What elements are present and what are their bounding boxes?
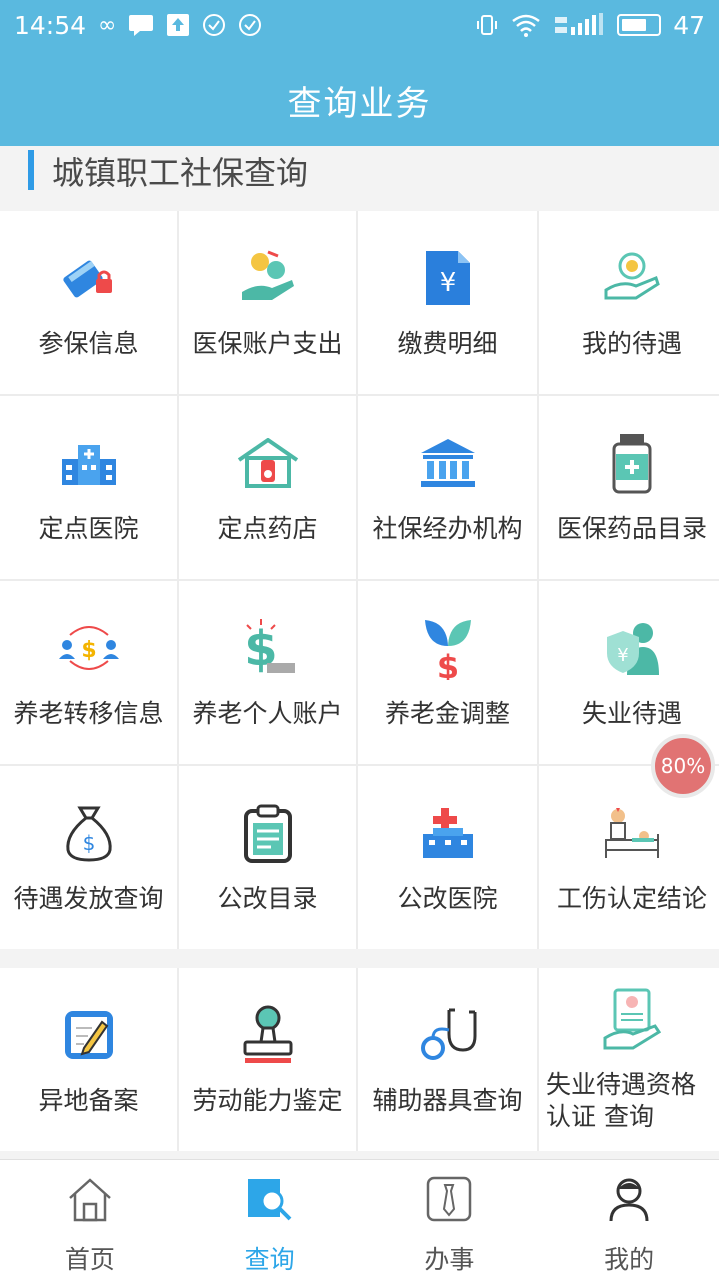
check-circle-icon xyxy=(202,13,226,37)
grid-item-pension-adjustment[interactable]: $ 养老金调整 xyxy=(358,581,537,764)
grid-item-work-ability-assessment[interactable]: 劳动能力鉴定 xyxy=(179,968,356,1151)
infinity-icon: ∞ xyxy=(98,12,117,38)
institution-icon xyxy=(416,431,480,495)
grid-item-label: 定点医院 xyxy=(38,513,139,543)
floating-progress-badge[interactable]: 80% xyxy=(651,734,715,798)
tab-services[interactable]: 办事 xyxy=(360,1160,540,1279)
svg-text:$: $ xyxy=(81,638,96,663)
battery-icon xyxy=(617,14,662,36)
tab-label: 我的 xyxy=(604,1245,655,1274)
grid-item-public-reform-catalog[interactable]: 公改目录 xyxy=(179,766,356,949)
red-cross-building-icon xyxy=(416,801,480,865)
certificate-hand-icon xyxy=(600,987,664,1051)
grid-item-label: 工伤认定结论 xyxy=(556,883,707,913)
tab-mine[interactable]: 我的 xyxy=(539,1160,719,1279)
grid-item-label: 养老转移信息 xyxy=(13,698,164,728)
search-doc-icon xyxy=(243,1172,297,1226)
app-header: 14:54 ∞ 47 查询业务 xyxy=(0,0,719,146)
grid-item-medical-account-expense[interactable]: 医保账户支出 xyxy=(179,211,356,394)
status-bar: 14:54 ∞ 47 xyxy=(0,0,719,50)
svg-text:$: $ xyxy=(436,648,458,680)
section-title: 城镇职工社保查询 xyxy=(52,154,309,192)
shield-person-icon: ¥ xyxy=(600,616,664,680)
check-circle-icon xyxy=(238,13,262,37)
grid-item-label: 我的待遇 xyxy=(581,328,682,358)
status-time: 14:54 xyxy=(14,10,87,40)
grid-item-label: 失业待遇资格认证 查询 xyxy=(546,1069,697,1131)
grid-item-label: 待遇发放查询 xyxy=(13,883,164,913)
grid-item-public-reform-hospital[interactable]: 公改医院 xyxy=(358,766,537,949)
yuan-document-icon: ¥ xyxy=(416,246,480,310)
coin-hand-icon xyxy=(236,246,300,310)
vibrate-icon xyxy=(475,13,499,37)
grid-item-label: 劳动能力鉴定 xyxy=(192,1085,343,1115)
dollar-account-icon: $ xyxy=(236,616,300,680)
grid-item-label: 定点药店 xyxy=(217,513,318,543)
page-title: 查询业务 xyxy=(287,84,432,124)
grid-item-label: 参保信息 xyxy=(38,328,139,358)
message-icon xyxy=(128,13,154,37)
home-icon xyxy=(63,1172,117,1226)
signal-icon xyxy=(553,13,605,37)
svg-text:$: $ xyxy=(82,831,95,855)
coin-hand-icon xyxy=(600,246,664,310)
grid-item-assistive-device-query[interactable]: 辅助器具查询 xyxy=(358,968,537,1151)
svg-text:¥: ¥ xyxy=(617,645,628,666)
money-bag-icon: $ xyxy=(57,801,121,865)
grid-item-payment-details[interactable]: ¥ 缴费明细 xyxy=(358,211,537,394)
grid-item-pension-transfer[interactable]: $ 养老转移信息 xyxy=(0,581,177,764)
pharmacy-icon xyxy=(236,431,300,495)
grid-item-designated-pharmacy[interactable]: 定点药店 xyxy=(179,396,356,579)
tab-home[interactable]: 首页 xyxy=(0,1160,180,1279)
clipboard-icon xyxy=(236,801,300,865)
section-accent-bar xyxy=(28,150,34,190)
doctor-bed-icon xyxy=(600,801,664,865)
grid-item-label: 辅助器具查询 xyxy=(372,1085,523,1115)
grid-item-label: 养老个人账户 xyxy=(192,698,343,728)
dollar-plant-icon: $ xyxy=(416,616,480,680)
service-grid: 参保信息 医保账户支出 ¥ 缴费明细 我的待遇 定点医院 定点药店 社保经办机构… xyxy=(0,211,719,949)
tab-label: 办事 xyxy=(424,1245,475,1274)
insurance-card-icon xyxy=(57,246,121,310)
section-header: 城镇职工社保查询 xyxy=(0,146,719,211)
tab-query[interactable]: 查询 xyxy=(180,1160,360,1279)
grid-item-label: 公改目录 xyxy=(217,883,318,913)
grid-item-insurance-info[interactable]: 参保信息 xyxy=(0,211,177,394)
bottom-tab-bar: 首页 查询 办事 我的 xyxy=(0,1159,719,1279)
grid-item-remote-filing[interactable]: 异地备案 xyxy=(0,968,177,1151)
grid-item-medical-drug-catalog[interactable]: 医保药品目录 xyxy=(539,396,719,579)
user-icon xyxy=(602,1172,656,1226)
grid-item-label: 缴费明细 xyxy=(397,328,498,358)
service-grid-secondary: 异地备案 劳动能力鉴定 辅助器具查询 失业待遇资格认证 查询 xyxy=(0,968,719,1151)
medicine-bottle-icon xyxy=(600,431,664,495)
grid-item-benefit-payment-query[interactable]: $ 待遇发放查询 xyxy=(0,766,177,949)
grid-item-label: 医保账户支出 xyxy=(192,328,343,358)
stethoscope-icon xyxy=(416,1003,480,1067)
grid-item-designated-hospital[interactable]: 定点医院 xyxy=(0,396,177,579)
grid-item-unemployment-qualification-cert[interactable]: 失业待遇资格认证 查询 xyxy=(539,968,719,1151)
tie-icon xyxy=(422,1172,476,1226)
battery-level: 47 xyxy=(673,10,705,40)
stamp-icon xyxy=(236,1003,300,1067)
transfer-people-icon: $ xyxy=(57,616,121,680)
tab-label: 查询 xyxy=(244,1245,295,1274)
svg-text:¥: ¥ xyxy=(439,268,456,298)
tab-label: 首页 xyxy=(64,1245,115,1274)
grid-item-pension-personal-account[interactable]: $ 养老个人账户 xyxy=(179,581,356,764)
grid-item-my-benefits[interactable]: 我的待遇 xyxy=(539,211,719,394)
grid-item-label: 异地备案 xyxy=(38,1085,139,1115)
grid-item-label: 养老金调整 xyxy=(384,698,510,728)
wifi-icon xyxy=(511,13,541,37)
grid-item-social-security-agency[interactable]: 社保经办机构 xyxy=(358,396,537,579)
grid-item-label: 失业待遇 xyxy=(581,698,682,728)
grid-item-label: 社保经办机构 xyxy=(372,513,523,543)
grid-item-label: 医保药品目录 xyxy=(556,513,707,543)
edit-note-icon xyxy=(57,1003,121,1067)
upload-icon xyxy=(166,13,190,37)
grid-item-label: 公改医院 xyxy=(397,883,498,913)
hospital-icon xyxy=(57,431,121,495)
